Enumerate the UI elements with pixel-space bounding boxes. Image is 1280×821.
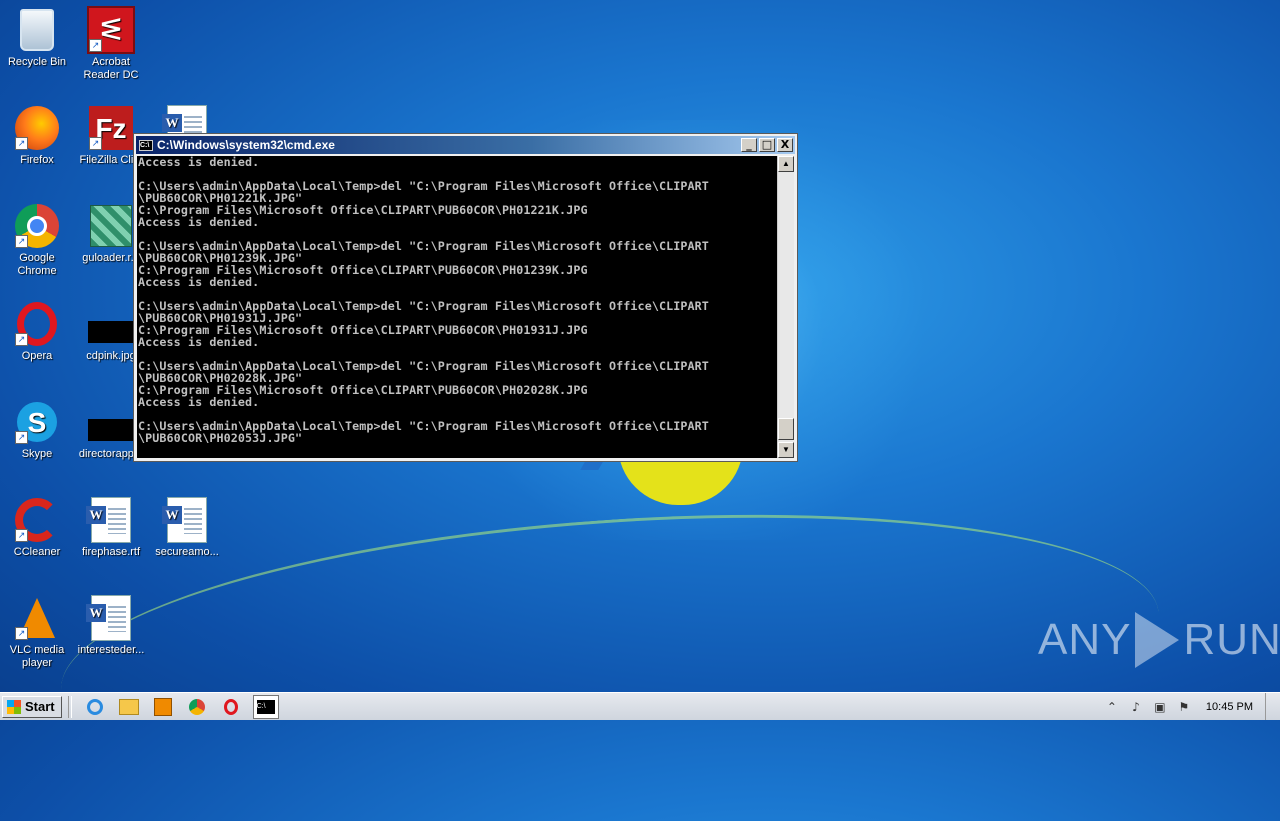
scroll-up-button[interactable]: ▲ xyxy=(778,156,794,172)
taskbar-internet-explorer[interactable] xyxy=(83,696,107,718)
shortcut-arrow-icon: ↗ xyxy=(15,431,28,444)
console-output[interactable]: Access is denied. C:\Users\admin\AppData… xyxy=(137,156,777,458)
windows-logo-icon xyxy=(7,699,21,714)
shortcut-arrow-icon: ↗ xyxy=(15,235,28,248)
taskbar-cmd-active[interactable]: C:\ xyxy=(252,694,279,719)
desktop-icon-skype[interactable]: S ↗ Skype xyxy=(0,398,74,461)
speaker-icon[interactable]: ♪ xyxy=(1128,699,1144,715)
play-logo-icon xyxy=(1135,612,1180,668)
shortcut-arrow-icon: ↗ xyxy=(15,529,28,542)
image-file-icon xyxy=(88,419,134,441)
flag-icon[interactable]: ⚑ xyxy=(1176,699,1192,715)
shortcut-arrow-icon: ↗ xyxy=(89,137,102,150)
cmd-icon: C:\ xyxy=(139,139,153,151)
guloader-icon xyxy=(90,205,132,247)
shortcut-arrow-icon: ↗ xyxy=(15,333,28,346)
minimize-button[interactable]: _ xyxy=(741,138,757,152)
shortcut-arrow-icon: ↗ xyxy=(89,39,102,52)
maximize-button[interactable]: □ xyxy=(759,138,775,152)
scroll-down-button[interactable]: ▼ xyxy=(778,442,794,458)
window-titlebar[interactable]: C:\ C:\Windows\system32\cmd.exe _ □ X xyxy=(136,136,795,154)
window-controls: _ □ X xyxy=(741,138,793,152)
cmd-icon: C:\ xyxy=(256,699,275,714)
chevron-up-icon[interactable]: ⌃ xyxy=(1104,699,1120,715)
scroll-thumb[interactable] xyxy=(778,418,794,440)
desktop-icon-interesteder[interactable]: W interesteder... xyxy=(74,594,148,657)
taskbar-chrome[interactable] xyxy=(185,696,209,718)
recycle-bin-icon xyxy=(20,9,54,51)
taskbar-separator xyxy=(67,695,72,718)
close-button[interactable]: X xyxy=(777,138,793,152)
media-player-icon xyxy=(153,697,172,716)
shortcut-arrow-icon: ↗ xyxy=(15,137,28,150)
taskbar-explorer[interactable] xyxy=(117,696,141,718)
desktop-icon-firephase[interactable]: W firephase.rtf xyxy=(74,496,148,559)
desktop-icon-ccleaner[interactable]: ↗ CCleaner xyxy=(0,496,74,559)
system-tray: ⌃ ♪ ▣ ⚑ 10:45 PM xyxy=(1100,693,1280,720)
word-doc-icon: W xyxy=(162,497,207,543)
opera-icon xyxy=(223,698,238,715)
chrome-icon xyxy=(188,698,205,715)
desktop-icon-google-chrome[interactable]: ↗ Google Chrome xyxy=(0,202,74,278)
start-button[interactable]: Start xyxy=(2,695,62,718)
show-desktop-button[interactable] xyxy=(1265,693,1276,720)
internet-explorer-icon xyxy=(86,698,103,715)
desktop-icon-opera[interactable]: ↗ Opera xyxy=(0,300,74,363)
shortcut-arrow-icon: ↗ xyxy=(15,627,28,640)
taskbar-opera[interactable] xyxy=(219,696,243,718)
cmd-window[interactable]: C:\ C:\Windows\system32\cmd.exe _ □ X Ac… xyxy=(133,133,798,462)
vertical-scrollbar[interactable]: ▲ ▼ xyxy=(777,156,794,458)
desktop-icon-secureamo[interactable]: W secureamo... xyxy=(150,496,224,559)
taskbar: Start C:\ ⌃ ♪ ▣ ⚑ 10:45 PM xyxy=(0,692,1280,720)
word-doc-icon: W xyxy=(86,497,131,543)
window-title: C:\Windows\system32\cmd.exe xyxy=(157,138,335,152)
network-icon[interactable]: ▣ xyxy=(1152,699,1168,715)
anyrun-watermark: ANY RUN xyxy=(1038,610,1280,670)
word-doc-icon: W xyxy=(86,595,131,641)
desktop-icon-recycle-bin[interactable]: Recycle Bin xyxy=(0,6,74,69)
taskbar-clock[interactable]: 10:45 PM xyxy=(1206,701,1253,713)
image-file-icon xyxy=(88,321,134,343)
desktop-icon-vlc[interactable]: ↗ VLC media player xyxy=(0,594,74,670)
desktop-icon-firefox[interactable]: ↗ Firefox xyxy=(0,104,74,167)
taskbar-media-player[interactable] xyxy=(151,696,175,718)
folder-icon xyxy=(118,698,139,715)
desktop-icon-acrobat-reader[interactable]: ᓬ ↗ Acrobat Reader DC xyxy=(74,6,148,82)
